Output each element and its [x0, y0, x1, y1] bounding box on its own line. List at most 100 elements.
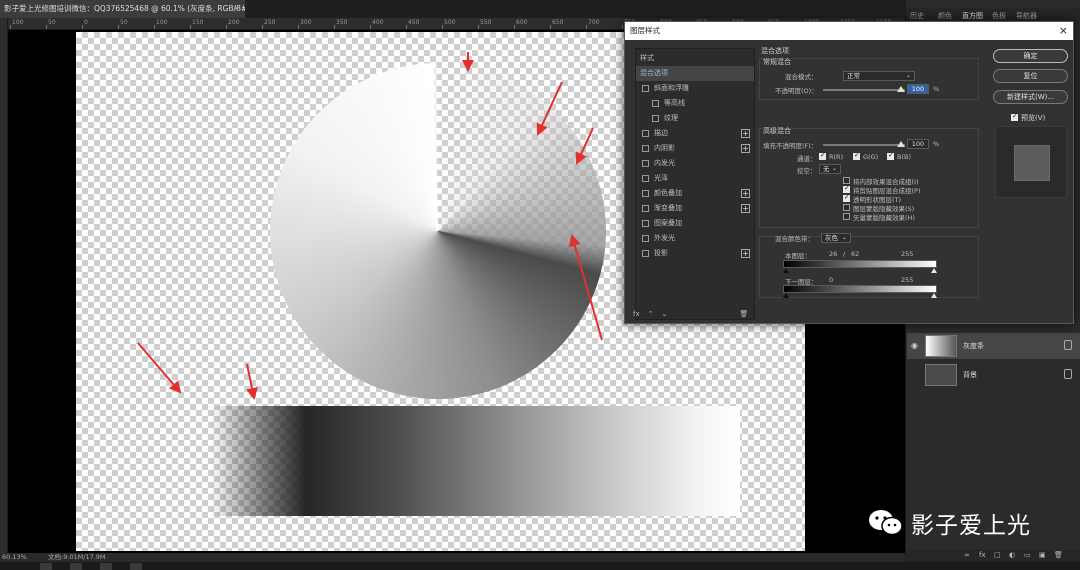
styles-footer-icon[interactable]: ⌃ [648, 310, 654, 318]
taskbar-app[interactable] [70, 563, 82, 570]
styles-footer-icon[interactable]: ⌄ [661, 310, 667, 318]
fill-opacity-input[interactable]: 100 [907, 139, 929, 149]
opacity-slider[interactable] [823, 86, 905, 92]
add-effect-icon[interactable]: + [741, 204, 750, 213]
style-item[interactable]: 光泽 [636, 171, 754, 186]
style-item[interactable]: 斜面和浮雕 [636, 81, 754, 96]
layers-footer-icon[interactable]: ◐ [1009, 551, 1015, 559]
advanced-option-checkbox[interactable] [843, 184, 850, 193]
style-checkbox[interactable] [642, 85, 649, 92]
style-item[interactable]: 纹理 [636, 111, 754, 126]
style-item-label: 外发光 [654, 234, 675, 242]
style-item[interactable]: 混合选项 [636, 66, 754, 81]
ruler-tick-label: 700 [588, 19, 600, 26]
style-checkbox[interactable] [642, 175, 649, 182]
advanced-option-checkbox[interactable] [843, 213, 850, 220]
opacity-input[interactable]: 100 [907, 84, 929, 94]
layers-footer-icon[interactable]: ▣ [1039, 551, 1046, 559]
channel-g-label: G(G) [863, 153, 879, 161]
slider-handle[interactable] [897, 86, 905, 92]
gradient-pie-shape [270, 63, 606, 399]
reset-button[interactable]: 复位 [993, 69, 1068, 83]
styles-footer-icon[interactable]: fx [633, 310, 640, 318]
new-style-button[interactable]: 新建样式(W)... [993, 90, 1068, 104]
document-size[interactable]: 文档:9.01M/17.9M [48, 553, 106, 562]
advanced-option-checkbox[interactable] [843, 193, 850, 202]
style-checkbox[interactable] [652, 100, 659, 107]
style-item[interactable]: 等高线 [636, 96, 754, 111]
advanced-option-checkbox[interactable] [843, 204, 850, 211]
panel-tab[interactable]: 导航器 [1016, 11, 1037, 21]
close-icon[interactable]: × [1059, 22, 1068, 40]
layers-footer-icon[interactable]: ▭ [1024, 551, 1031, 559]
ruler-tick-label: 50 [120, 19, 128, 26]
style-checkbox[interactable] [642, 130, 649, 137]
add-effect-icon[interactable]: + [741, 189, 750, 198]
panel-tab[interactable]: 直方图 [962, 11, 983, 21]
style-checkbox[interactable] [642, 205, 649, 212]
ok-button[interactable]: 确定 [993, 49, 1068, 63]
layer-row-gradient[interactable]: ◉ 灰度条 [907, 333, 1080, 359]
fill-opacity-slider[interactable] [823, 141, 905, 147]
style-checkbox[interactable] [642, 235, 649, 242]
style-item[interactable]: 外发光 [636, 231, 754, 246]
style-item[interactable]: 内阴影 + [636, 141, 754, 156]
layers-footer-icon[interactable]: □ [994, 551, 1001, 559]
ruler-tick [10, 25, 11, 29]
style-item-label: 斜面和浮雕 [654, 84, 689, 92]
ruler-tick [622, 25, 623, 29]
preview-checkbox[interactable] [1011, 112, 1018, 121]
style-item[interactable]: 投影 + [636, 246, 754, 261]
zoom-level[interactable]: 60.13% [2, 553, 27, 562]
taskbar-app[interactable] [40, 563, 52, 570]
knockout-select[interactable]: 无 ⌄ [819, 164, 841, 174]
layers-footer-icon[interactable]: ∞ [964, 551, 970, 559]
panel-tab[interactable]: 颜色 [938, 11, 952, 21]
blend-if-select[interactable]: 灰色 ⌄ [821, 233, 851, 243]
underlying-white-handle[interactable] [931, 293, 937, 298]
advanced-option-checkbox[interactable] [843, 177, 850, 184]
close-tab-icon[interactable]: × [233, 0, 239, 18]
layers-footer-icon[interactable]: 🗑 [1054, 551, 1063, 559]
styles-footer-icon[interactable]: 🗑 [739, 310, 748, 318]
style-item[interactable]: 颜色叠加 + [636, 186, 754, 201]
taskbar-app[interactable] [130, 563, 142, 570]
panel-tab[interactable]: 色板 [992, 11, 1006, 21]
ruler-tick [406, 25, 407, 29]
underlying-gradient[interactable] [783, 285, 937, 293]
style-item[interactable]: 图案叠加 [636, 216, 754, 231]
channel-r-checkbox[interactable] [819, 151, 826, 160]
channel-b-checkbox[interactable] [887, 151, 894, 160]
style-checkbox[interactable] [642, 145, 649, 152]
style-item[interactable]: 内发光 [636, 156, 754, 171]
panel-tab[interactable]: 历史 [910, 11, 924, 21]
vertical-ruler[interactable] [0, 18, 8, 553]
styles-header[interactable]: 样式 [636, 51, 754, 66]
style-checkbox[interactable] [642, 160, 649, 167]
this-layer-gradient[interactable] [783, 260, 937, 268]
visibility-eye-icon[interactable]: ◉ [911, 342, 919, 350]
this-layer-white-handle[interactable] [931, 268, 937, 273]
style-item[interactable]: 描边 + [636, 126, 754, 141]
underlying-black-handle[interactable] [783, 293, 789, 298]
add-effect-icon[interactable]: + [741, 129, 750, 138]
style-checkbox[interactable] [642, 220, 649, 227]
style-checkbox[interactable] [652, 115, 659, 122]
ruler-tick [154, 25, 155, 29]
style-checkbox[interactable] [642, 250, 649, 257]
layer-row-background[interactable]: 背景 [907, 362, 1080, 388]
add-effect-icon[interactable]: + [741, 144, 750, 153]
style-checkbox[interactable] [642, 190, 649, 197]
document-tab[interactable]: 影子爱上光修图培训微信：QQ376525468 @ 60.1% (灰度条, RG… [0, 0, 245, 18]
slider-handle[interactable] [897, 141, 905, 147]
dialog-titlebar[interactable]: 图层样式 × [625, 22, 1073, 40]
add-effect-icon[interactable]: + [741, 249, 750, 258]
blend-mode-select[interactable]: 正常 ⌄ [843, 71, 915, 81]
taskbar [0, 562, 1080, 570]
channel-g-checkbox[interactable] [853, 151, 860, 160]
this-layer-black-handle[interactable] [783, 268, 789, 273]
taskbar-app[interactable] [100, 563, 112, 570]
layers-footer-icon[interactable]: fx [979, 551, 986, 559]
style-item[interactable]: 渐变叠加 + [636, 201, 754, 216]
layer-name: 灰度条 [963, 342, 984, 350]
